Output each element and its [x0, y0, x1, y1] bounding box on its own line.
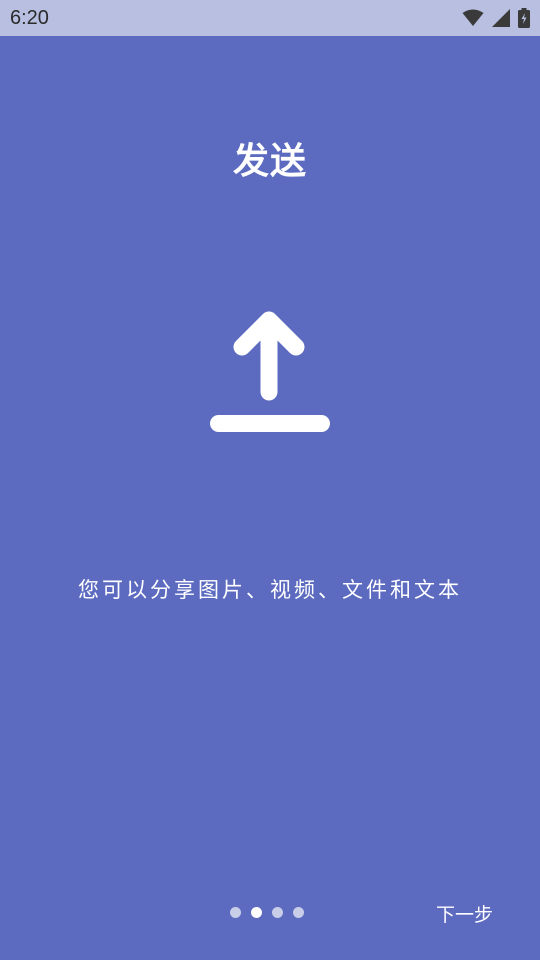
- status-icons: [462, 8, 530, 28]
- page-dot-4[interactable]: [293, 907, 304, 918]
- page-dot-3[interactable]: [272, 907, 283, 918]
- cellular-signal-icon: [492, 9, 510, 27]
- battery-icon: [518, 8, 530, 28]
- page-title: 发送: [232, 141, 307, 182]
- page-indicator: [230, 907, 304, 918]
- status-bar: 6:20: [0, 0, 540, 36]
- next-button[interactable]: 下一步: [432, 898, 497, 929]
- onboarding-screen: 发送 您可以分享图片、视频、文件和文本 下一步: [0, 36, 540, 960]
- description-text: 您可以分享图片、视频、文件和文本: [78, 578, 462, 602]
- page-dot-1[interactable]: [230, 907, 241, 918]
- page-dot-2-active[interactable]: [251, 907, 262, 918]
- status-time: 6:20: [10, 6, 49, 29]
- upload-icon: [208, 310, 332, 438]
- wifi-icon: [462, 9, 484, 27]
